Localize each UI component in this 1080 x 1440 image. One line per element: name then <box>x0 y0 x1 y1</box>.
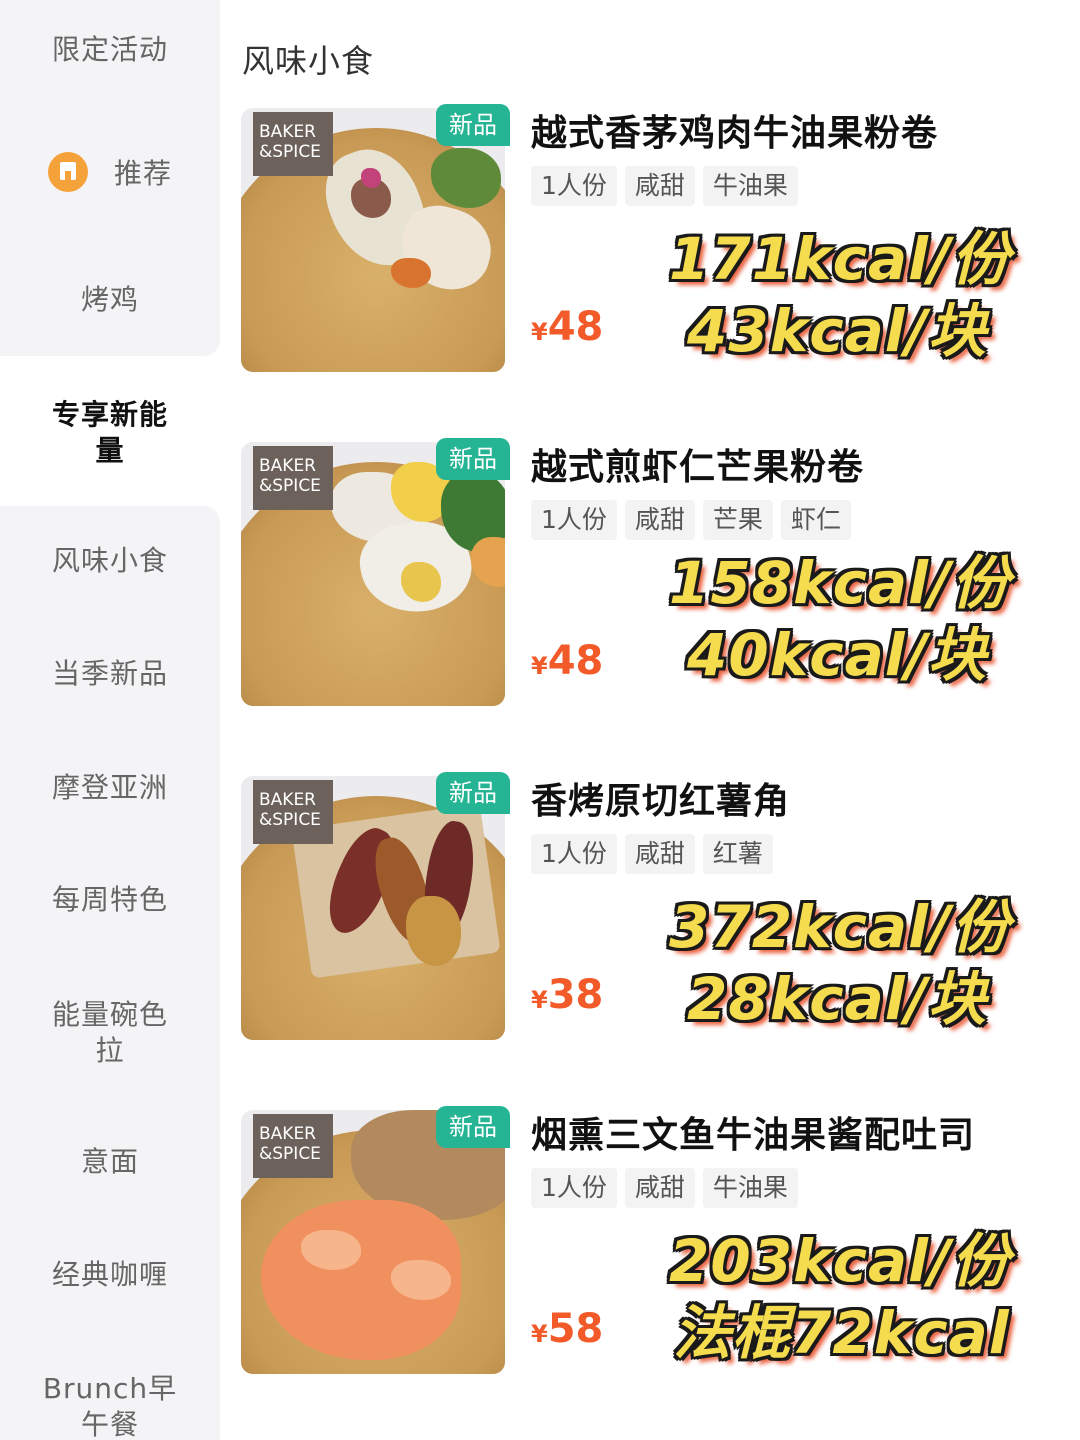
tag: 1人份 <box>531 834 617 874</box>
product-price: ¥48 <box>531 638 604 684</box>
category-sidebar: 限定活动 推荐 烤鸡 专享新能量 风味小食 当季新品 摩登亚洲 每周特色 能量碗… <box>0 0 220 1440</box>
product-price: ¥38 <box>531 972 604 1018</box>
tag: 牛油果 <box>702 166 798 206</box>
product-card[interactable]: BAKER &SPICE 新品 烟熏三文鱼牛油果酱配吐司 1人份 咸甜 牛油果 … <box>241 1106 1061 1374</box>
product-image[interactable]: BAKER &SPICE <box>241 776 505 1040</box>
kcal-bread: 法棍72kcal <box>673 1299 1010 1367</box>
sidebar-item-salad-bowl[interactable]: 能量碗色拉 <box>0 997 220 1069</box>
product-image[interactable]: BAKER &SPICE <box>241 108 505 372</box>
tag: 1人份 <box>531 166 617 206</box>
new-badge: 新品 <box>436 438 510 480</box>
kcal-per-piece: 40kcal/块 <box>687 621 987 689</box>
product-tags: 1人份 咸甜 牛油果 <box>531 1168 798 1208</box>
tag: 红薯 <box>702 834 773 874</box>
new-badge: 新品 <box>436 104 510 146</box>
tag: 咸甜 <box>624 834 695 874</box>
tag: 1人份 <box>531 1168 617 1208</box>
sidebar-item-limited[interactable]: 限定活动 <box>0 32 220 68</box>
tag: 牛油果 <box>702 1168 798 1208</box>
tag: 1人份 <box>531 500 617 540</box>
new-badge: 新品 <box>436 1106 510 1148</box>
product-name: 越式煎虾仁芒果粉卷 <box>531 447 865 488</box>
tag: 咸甜 <box>624 166 695 206</box>
section-title: 风味小食 <box>242 42 375 80</box>
sidebar-item-brunch[interactable]: Brunch早午餐 <box>0 1371 220 1440</box>
product-image[interactable]: BAKER &SPICE <box>241 442 505 706</box>
kcal-per-piece: 28kcal/块 <box>687 965 987 1033</box>
product-card[interactable]: BAKER &SPICE 新品 越式香茅鸡肉牛油果粉卷 1人份 咸甜 牛油果 ¥… <box>241 104 1061 372</box>
recommend-icon <box>47 152 88 192</box>
sidebar-item-seasonal[interactable]: 当季新品 <box>0 656 220 692</box>
sidebar-item-recommended[interactable]: 推荐 <box>0 152 220 192</box>
tag: 咸甜 <box>624 500 695 540</box>
tag: 咸甜 <box>624 1168 695 1208</box>
sidebar-item-curry[interactable]: 经典咖喱 <box>0 1257 220 1293</box>
sidebar-bottom-bg <box>0 506 220 1440</box>
brand-logo: BAKER &SPICE <box>253 1114 333 1178</box>
product-tags: 1人份 咸甜 牛油果 <box>531 166 798 206</box>
brand-logo: BAKER &SPICE <box>253 112 333 176</box>
product-card[interactable]: BAKER &SPICE 新品 香烤原切红薯角 1人份 咸甜 红薯 ¥38 37… <box>241 772 1061 1040</box>
product-name: 烟熏三文鱼牛油果酱配吐司 <box>531 1115 976 1156</box>
new-badge: 新品 <box>436 772 510 814</box>
sidebar-item-new-energy[interactable]: 专享新能量 <box>0 397 220 469</box>
product-tags: 1人份 咸甜 红薯 <box>531 834 773 874</box>
sidebar-item-weekly[interactable]: 每周特色 <box>0 882 220 918</box>
kcal-per-piece: 43kcal/块 <box>687 297 987 365</box>
brand-logo: BAKER &SPICE <box>253 446 333 510</box>
sidebar-item-pasta[interactable]: 意面 <box>0 1144 220 1180</box>
product-price: ¥58 <box>531 1306 604 1352</box>
product-name: 香烤原切红薯角 <box>531 781 791 822</box>
product-price: ¥48 <box>531 304 604 350</box>
sidebar-item-modern-asia[interactable]: 摩登亚洲 <box>0 770 220 806</box>
tag: 虾仁 <box>780 500 851 540</box>
tag: 芒果 <box>702 500 773 540</box>
sidebar-item-roast-chicken[interactable]: 烤鸡 <box>0 282 220 318</box>
product-tags: 1人份 咸甜 芒果 虾仁 <box>531 500 851 540</box>
product-card[interactable]: BAKER &SPICE 新品 越式煎虾仁芒果粉卷 1人份 咸甜 芒果 虾仁 ¥… <box>241 438 1061 706</box>
product-image[interactable]: BAKER &SPICE <box>241 1110 505 1374</box>
brand-logo: BAKER &SPICE <box>253 780 333 844</box>
sidebar-item-snacks[interactable]: 风味小食 <box>0 543 220 579</box>
product-name: 越式香茅鸡肉牛油果粉卷 <box>531 113 939 154</box>
